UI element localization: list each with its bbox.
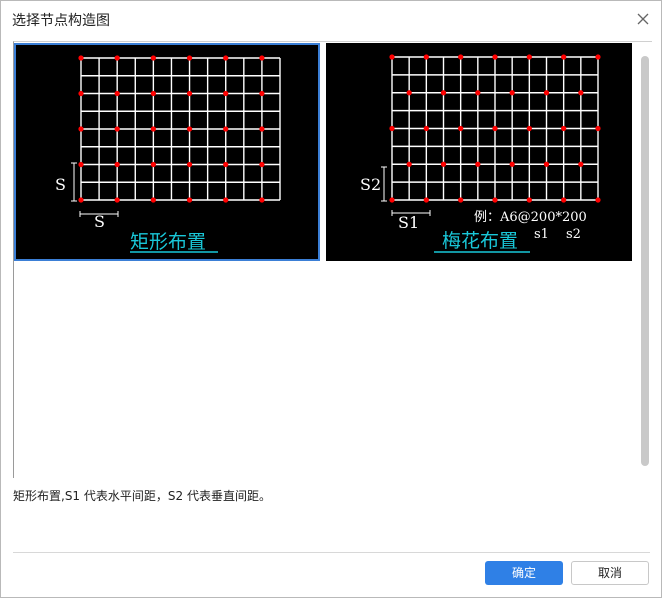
rebar-node	[186, 126, 193, 132]
rebar-node	[578, 90, 584, 96]
rebar-node	[223, 126, 229, 132]
rebar-node	[259, 197, 265, 203]
rebar-node	[186, 90, 193, 97]
rebar-node	[186, 197, 193, 203]
rebar-node	[526, 197, 532, 203]
rebar-node	[595, 125, 601, 132]
rebar-node	[389, 125, 395, 132]
footer-divider	[13, 552, 650, 553]
rebar-node	[406, 90, 412, 96]
example-s2-label: s2	[566, 227, 581, 242]
rebar-node	[389, 197, 395, 203]
rebar-node	[492, 197, 498, 203]
spacing-label-vertical: S2	[360, 175, 381, 194]
rebar-node	[78, 161, 84, 168]
rebar-node	[509, 90, 515, 96]
example-label: 例：A6@200*200	[474, 210, 587, 225]
rebar-node	[114, 55, 120, 61]
rebar-node	[595, 197, 601, 203]
rebar-node	[423, 125, 429, 132]
close-icon[interactable]	[634, 10, 652, 28]
rebar-node	[475, 161, 481, 167]
cancel-button[interactable]: 取消	[571, 561, 649, 585]
rebar-node	[223, 90, 229, 97]
rebar-node	[78, 197, 84, 203]
option-rectangular-layout[interactable]: S S 矩形布置	[14, 43, 320, 261]
rebar-node	[543, 161, 550, 167]
spacing-label-horizontal: S1	[398, 213, 419, 232]
rebar-node	[561, 125, 567, 132]
rebar-node	[440, 90, 447, 96]
rebar-node	[259, 161, 265, 168]
rebar-node	[259, 55, 265, 61]
vertical-scrollbar-thumb[interactable]	[641, 56, 649, 466]
rebar-node	[561, 197, 567, 203]
rebar-node	[150, 161, 156, 168]
rebar-node	[406, 161, 412, 167]
rebar-node	[458, 54, 464, 60]
rebar-node	[595, 54, 601, 60]
rebar-node	[543, 90, 550, 96]
rebar-node	[561, 54, 567, 60]
rebar-node	[526, 125, 532, 132]
rebar-node	[223, 55, 229, 61]
option-caption: 梅花布置	[442, 230, 518, 252]
rebar-node	[492, 125, 498, 132]
rebar-node	[440, 161, 447, 167]
rebar-node	[578, 161, 584, 167]
rebar-node	[259, 126, 265, 132]
rebar-node	[114, 126, 120, 132]
rebar-node	[150, 197, 156, 203]
rebar-node	[458, 197, 464, 203]
spacing-label-vertical: S	[55, 175, 66, 194]
rebar-node	[223, 161, 229, 168]
rebar-node	[114, 161, 120, 168]
rebar-node	[458, 125, 464, 132]
rebar-node	[114, 90, 120, 97]
rebar-node	[423, 54, 429, 60]
option-caption: 矩形布置	[130, 231, 206, 253]
rebar-node	[150, 55, 156, 61]
example-s1-label: s1	[534, 227, 549, 242]
rebar-node	[475, 90, 481, 96]
rebar-node	[78, 55, 84, 61]
image-list-panel: S S 矩形布置 S2 S1 例：A6@200*200 s1 s2 梅花布置	[13, 41, 652, 478]
ok-button[interactable]: 确定	[485, 561, 563, 585]
dialog: 选择节点构造图 S S 矩形布置 S2 S1 例：A6@200*200 s1 s…	[0, 0, 662, 598]
rebar-node	[186, 161, 193, 168]
rebar-node	[259, 90, 265, 97]
rebar-node	[78, 126, 84, 132]
rebar-node	[186, 55, 193, 61]
rebar-node	[509, 161, 515, 167]
rebar-node	[78, 90, 84, 97]
rebar-node	[114, 197, 120, 203]
rebar-node	[526, 54, 532, 60]
rebar-node	[150, 90, 156, 97]
rebar-node	[423, 197, 429, 203]
option-plum-blossom-layout[interactable]: S2 S1 例：A6@200*200 s1 s2 梅花布置	[326, 43, 632, 261]
rebar-node	[389, 54, 395, 60]
option-description: 矩形布置,S1 代表水平间距，S2 代表垂直间距。	[13, 489, 271, 503]
rebar-node	[223, 197, 229, 203]
rectangular-layout-diagram: S S 矩形布置	[55, 55, 281, 253]
dialog-title: 选择节点构造图	[12, 13, 110, 29]
spacing-label-horizontal: S	[94, 212, 105, 231]
rebar-node	[492, 54, 498, 60]
rebar-node	[150, 126, 156, 132]
plum-blossom-layout-diagram: S2 S1 例：A6@200*200 s1 s2 梅花布置	[360, 54, 601, 253]
